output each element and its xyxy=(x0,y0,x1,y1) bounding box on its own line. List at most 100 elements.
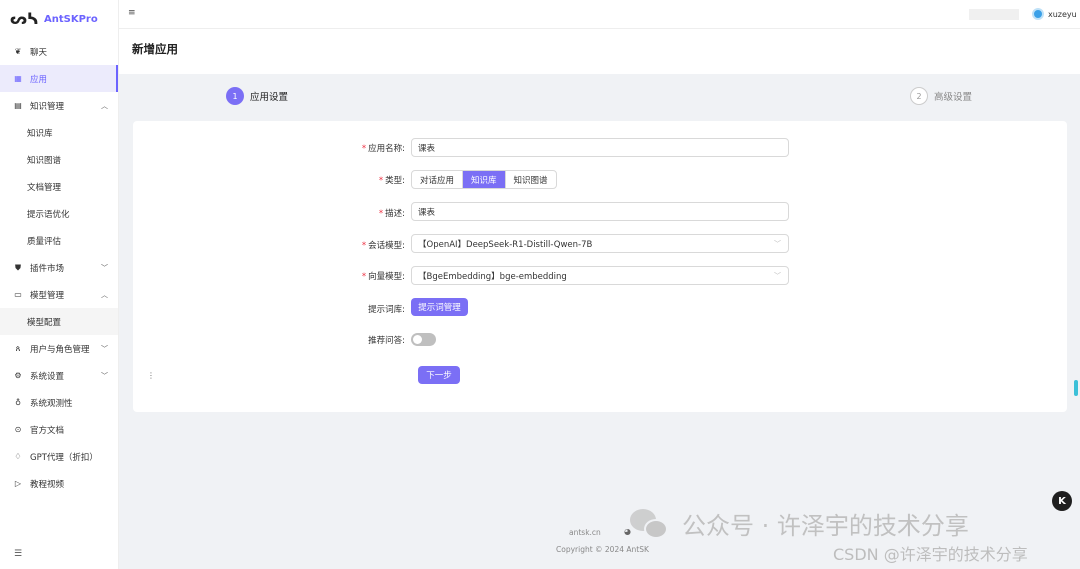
sidebar-item-label: 知识库 xyxy=(27,128,53,139)
sidebar-item-label: GPT代理（折扣） xyxy=(30,452,98,463)
page-title: 新增应用 xyxy=(132,42,178,56)
app-name-input[interactable]: 课表 xyxy=(411,138,789,157)
user-menu[interactable]: xuzeyu xyxy=(1032,8,1077,20)
app-icon: ▦ xyxy=(14,74,22,83)
proxy-icon: ♢ xyxy=(14,452,22,461)
type-option-knowledge-graph[interactable]: 知识图谱 xyxy=(506,171,556,188)
floating-assistant-icon[interactable]: K xyxy=(1052,491,1072,511)
type-label: * 类型: xyxy=(378,176,405,186)
footer-site-link[interactable]: antsk.cn xyxy=(569,528,601,537)
sidebar-item-label: 文档管理 xyxy=(27,182,62,193)
step-label: 高级设置 xyxy=(934,92,973,103)
footer-copyright: Copyright © 2024 AntSK xyxy=(556,545,649,554)
chevron-down-icon: ﹀ xyxy=(101,371,108,380)
sidebar-item-label: 知识管理 xyxy=(30,101,65,112)
knowledge-icon: ▤ xyxy=(14,101,22,110)
type-option-knowledge-base[interactable]: 知识库 xyxy=(463,171,506,188)
sidebar-item-label: 模型管理 xyxy=(30,290,65,301)
chevron-down-icon: ﹀ xyxy=(101,263,108,272)
prompt-manage-button[interactable]: 提示词管理 xyxy=(411,298,468,316)
side-scroll-handle[interactable] xyxy=(1074,380,1078,396)
step-advanced-settings[interactable]: 2 高级设置 xyxy=(910,87,972,105)
sidebar-item-users[interactable]: ጰ 用户与角色管理 ﹀ xyxy=(0,335,118,362)
avatar xyxy=(1032,8,1044,20)
chevron-down-icon: ﹀ xyxy=(774,240,781,248)
observe-icon: ♁ xyxy=(15,398,21,407)
sidebar-item-label: 质量评估 xyxy=(27,236,62,247)
plugin-icon: ⛊ xyxy=(15,262,21,272)
top-bar-placeholder xyxy=(969,9,1019,20)
recommend-qa-label: 推荐问答: xyxy=(368,336,405,346)
top-bar: ≡ xuzeyu xyxy=(119,0,1080,29)
sidebar-item-documents[interactable]: 文档管理 xyxy=(0,173,118,200)
collapse-menu-icon[interactable]: ☰ xyxy=(14,549,22,559)
sidebar-item-label: 官方文档 xyxy=(30,425,65,436)
step-number: 1 xyxy=(226,87,244,105)
logo[interactable]: ᔕᓴ AntSKPro xyxy=(0,0,118,38)
recommend-qa-toggle[interactable] xyxy=(411,333,436,346)
required-mark: * xyxy=(361,272,367,282)
sidebar-item-observability[interactable]: ♁ 系统观测性 xyxy=(0,389,118,416)
sidebar-item-quality[interactable]: 质量评估 xyxy=(0,227,118,254)
chevron-up-icon: ︿ xyxy=(101,101,108,110)
sidebar-item-label: 提示语优化 xyxy=(27,209,70,220)
chevron-down-icon: ﹀ xyxy=(101,344,108,353)
users-icon: ጰ xyxy=(15,343,21,353)
drag-handle-icon[interactable]: ⋮ xyxy=(147,371,155,380)
sidebar-item-apps[interactable]: ▦ 应用 xyxy=(0,65,118,92)
username: xuzeyu xyxy=(1048,9,1077,19)
model-icon: ▭ xyxy=(14,290,22,299)
next-step-button[interactable]: 下一步 xyxy=(418,366,460,384)
embedding-model-select[interactable]: 【BgeEmbedding】bge-embedding ﹀ xyxy=(411,266,789,285)
sidebar-item-label: 系统观测性 xyxy=(30,398,73,409)
sidebar-item-settings[interactable]: ⚙ 系统设置 ﹀ xyxy=(0,362,118,389)
menu-toggle-icon[interactable]: ≡ xyxy=(128,8,136,18)
chat-model-label: * 会话模型: xyxy=(361,241,405,251)
description-input[interactable]: 课表 xyxy=(411,202,789,221)
docs-icon: ⊙ xyxy=(14,425,22,434)
video-icon: ▷ xyxy=(14,479,22,488)
type-segmented: 对话应用 知识库 知识图谱 xyxy=(411,170,557,189)
sidebar-item-gpt-proxy[interactable]: ♢ GPT代理（折扣） xyxy=(0,443,118,470)
sidebar-item-label: 模型配置 xyxy=(27,317,62,328)
step-app-settings[interactable]: 1 应用设置 xyxy=(226,87,288,105)
description-label: * 描述: xyxy=(378,209,405,219)
chevron-up-icon: ︿ xyxy=(101,290,108,299)
sidebar-item-label: 知识图谱 xyxy=(27,155,62,166)
sidebar-item-prompt-optimize[interactable]: 提示语优化 xyxy=(0,200,118,227)
sidebar-item-models[interactable]: ▭ 模型管理 ︿ xyxy=(0,281,118,308)
required-mark: * xyxy=(361,241,367,251)
csdn-watermark: CSDN @许泽宇的技术分享 xyxy=(833,545,1028,564)
logo-mark: ᔕᓴ xyxy=(10,10,38,28)
sidebar-item-knowledge-base[interactable]: 知识库 xyxy=(0,119,118,146)
required-mark: * xyxy=(378,209,384,219)
sidebar-item-label: 应用 xyxy=(30,74,48,85)
step-number: 2 xyxy=(910,87,928,105)
sidebar-item-label: 教程视频 xyxy=(30,479,65,490)
form-card: * 应用名称: 课表 * 类型: 对话应用 知识库 知识图谱 * 描述: 课表 * 会话… xyxy=(133,121,1067,412)
sidebar-item-knowledge[interactable]: ▤ 知识管理 ︿ xyxy=(0,92,118,119)
sidebar-item-label: 系统设置 xyxy=(30,371,65,382)
app-name-label: * 应用名称: xyxy=(361,144,405,154)
page-header: 新增应用 xyxy=(119,29,1080,74)
sidebar-item-knowledge-graph[interactable]: 知识图谱 xyxy=(0,146,118,173)
sidebar-item-model-config[interactable]: 模型配置 xyxy=(0,308,118,335)
step-label: 应用设置 xyxy=(250,92,289,103)
sidebar-item-plugins[interactable]: ⛊ 插件市场 ﹀ xyxy=(0,254,118,281)
sidebar: ᔕᓴ AntSKPro ❦ 聊天 ▦ 应用 ▤ 知识管理 ︿ 知识库 知识图谱 … xyxy=(0,0,119,569)
sidebar-item-videos[interactable]: ▷ 教程视频 xyxy=(0,470,118,497)
sidebar-item-docs[interactable]: ⊙ 官方文档 xyxy=(0,416,118,443)
wechat-watermark: 公众号 · 许泽宇的技术分享 xyxy=(630,506,969,541)
embedding-model-label: * 向量模型: xyxy=(361,272,405,282)
prompt-library-label: 提示词库: xyxy=(368,305,405,315)
type-option-chat[interactable]: 对话应用 xyxy=(412,171,464,188)
chat-icon: ❦ xyxy=(14,47,22,56)
settings-icon: ⚙ xyxy=(14,371,22,380)
chevron-down-icon: ﹀ xyxy=(774,272,781,280)
sidebar-item-chat[interactable]: ❦ 聊天 xyxy=(0,38,118,65)
watermark-text: 公众号 · 许泽宇的技术分享 xyxy=(682,512,969,540)
app-name: AntSKPro xyxy=(44,13,98,25)
chat-model-select[interactable]: 【OpenAI】DeepSeek-R1-Distill-Qwen-7B ﹀ xyxy=(411,234,789,253)
sidebar-item-label: 聊天 xyxy=(30,47,48,58)
required-mark: * xyxy=(378,176,384,186)
